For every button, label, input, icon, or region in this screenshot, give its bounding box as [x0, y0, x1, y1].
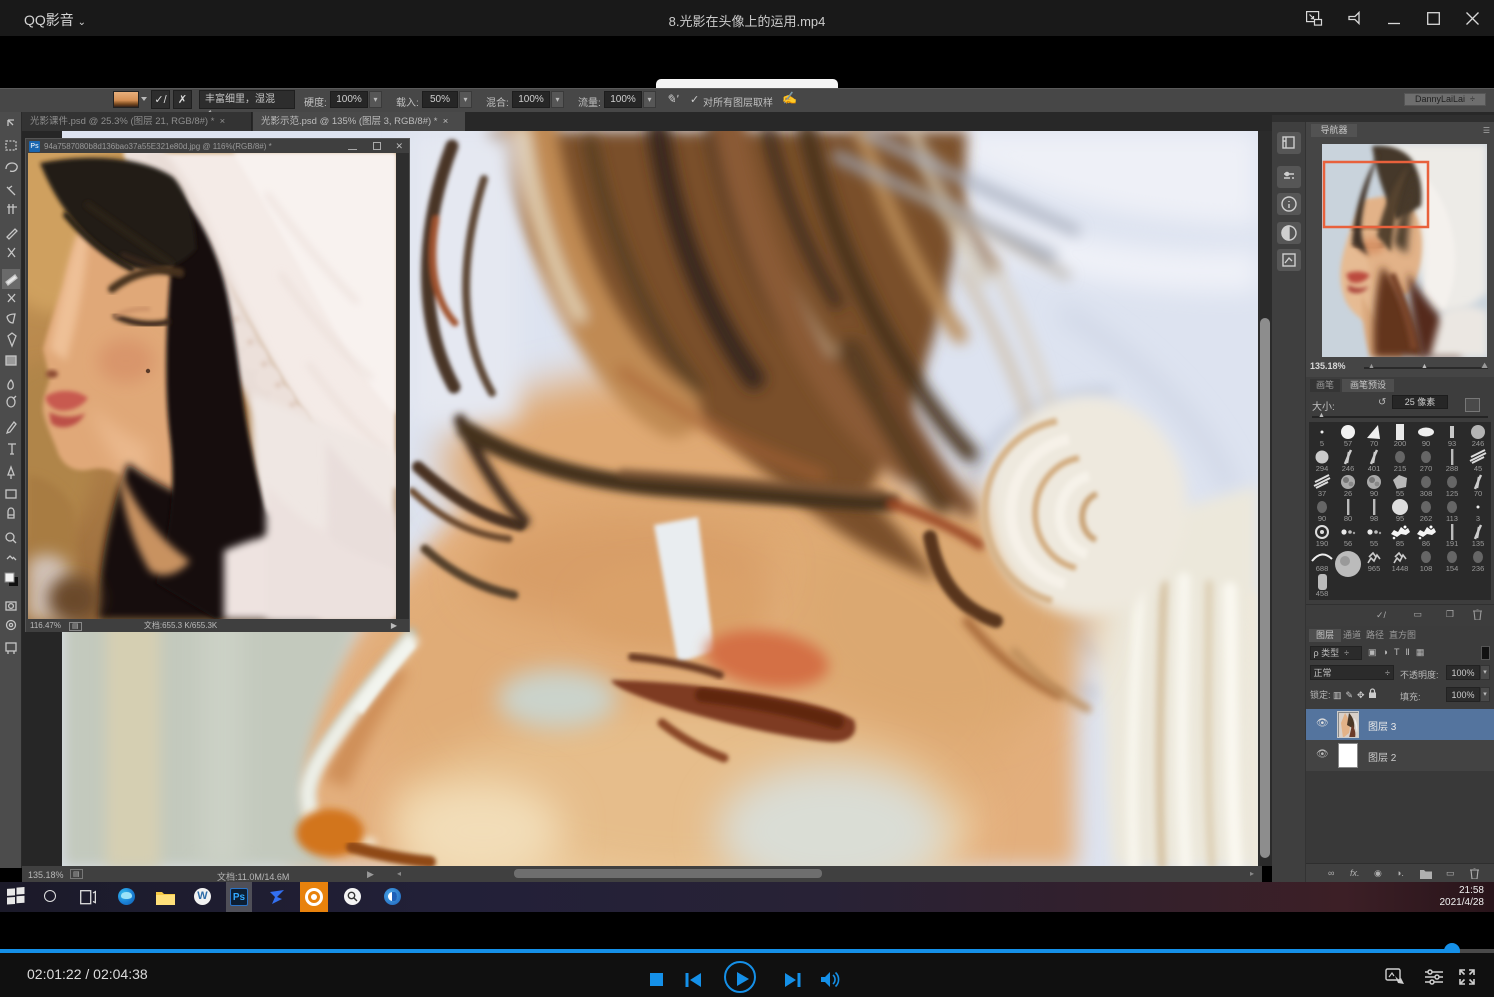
svg-text:45: 45	[1474, 464, 1482, 473]
svg-text:85: 85	[1396, 539, 1404, 548]
svg-text:57: 57	[1344, 439, 1352, 448]
svg-text:688: 688	[1316, 564, 1329, 573]
svg-text:26: 26	[1344, 489, 1352, 498]
svg-text:262: 262	[1420, 514, 1433, 523]
svg-text:1448: 1448	[1392, 564, 1409, 573]
svg-text:90: 90	[1422, 439, 1430, 448]
svg-text:90: 90	[1370, 489, 1378, 498]
svg-text:55: 55	[1370, 539, 1378, 548]
svg-text:56: 56	[1344, 539, 1352, 548]
svg-text:215: 215	[1394, 464, 1407, 473]
svg-text:965: 965	[1368, 564, 1381, 573]
svg-text:200: 200	[1394, 439, 1407, 448]
svg-text:288: 288	[1446, 464, 1459, 473]
svg-text:401: 401	[1368, 464, 1381, 473]
svg-text:458: 458	[1316, 589, 1329, 598]
svg-text:37: 37	[1318, 489, 1326, 498]
svg-text:95: 95	[1396, 514, 1404, 523]
svg-text:154: 154	[1446, 564, 1459, 573]
svg-text:246: 246	[1342, 464, 1355, 473]
svg-text:5: 5	[1320, 439, 1324, 448]
svg-text:80: 80	[1344, 514, 1352, 523]
svg-text:308: 308	[1420, 489, 1433, 498]
svg-text:246: 246	[1472, 439, 1485, 448]
svg-text:108: 108	[1420, 564, 1433, 573]
svg-text:55: 55	[1396, 489, 1404, 498]
svg-text:3: 3	[1476, 514, 1480, 523]
svg-text:70: 70	[1474, 489, 1482, 498]
svg-text:113: 113	[1446, 514, 1458, 523]
svg-text:190: 190	[1316, 539, 1329, 548]
svg-text:93: 93	[1448, 439, 1456, 448]
svg-text:125: 125	[1446, 489, 1459, 498]
svg-text:86: 86	[1422, 539, 1430, 548]
svg-text:191: 191	[1446, 539, 1459, 548]
svg-text:294: 294	[1316, 464, 1329, 473]
svg-text:90: 90	[1318, 514, 1326, 523]
svg-text:70: 70	[1370, 439, 1378, 448]
svg-text:98: 98	[1370, 514, 1378, 523]
svg-text:135: 135	[1472, 539, 1485, 548]
svg-text:236: 236	[1472, 564, 1485, 573]
svg-text:270: 270	[1420, 464, 1433, 473]
